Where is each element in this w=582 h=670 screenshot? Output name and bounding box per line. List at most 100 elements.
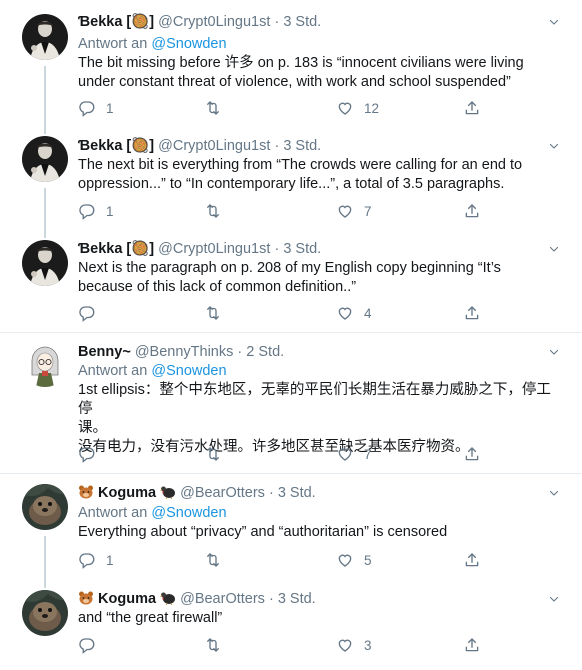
retweet-icon xyxy=(204,445,222,463)
share-button[interactable] xyxy=(463,635,481,655)
share-button[interactable] xyxy=(463,444,481,464)
reply-button[interactable] xyxy=(78,444,106,464)
user-handle[interactable]: @BennyThinks xyxy=(135,344,234,360)
heart-icon xyxy=(336,636,354,654)
avatar[interactable] xyxy=(22,14,68,60)
like-button[interactable]: 5 xyxy=(336,550,372,570)
timestamp[interactable]: 3 Std. xyxy=(278,485,316,501)
tweet-header: Benny~ @BennyThinks · 2 Std. xyxy=(78,343,284,361)
reply-count: 1 xyxy=(106,552,114,568)
reply-context: Antwort an @Snowden xyxy=(78,504,227,522)
share-button[interactable] xyxy=(463,98,481,118)
display-name[interactable]: Ɓekka [🥘] xyxy=(78,241,154,257)
chevron-down-icon[interactable] xyxy=(548,16,560,28)
reply-button[interactable]: 1 xyxy=(78,201,114,221)
reply-mention-link[interactable]: @Snowden xyxy=(151,363,226,379)
reply-icon xyxy=(78,202,96,220)
reply-icon xyxy=(78,636,96,654)
tweet-5[interactable]: Koguma @BearOtters · 3 Std. Antwort an @… xyxy=(0,474,582,582)
reply-context: Antwort an @Snowden xyxy=(78,362,227,380)
tweet-actions: 1 5 xyxy=(78,550,498,570)
user-handle[interactable]: @Crypt0Lingu1st xyxy=(158,241,270,257)
tweet-3[interactable]: Ɓekka [🥘] @Crypt0Lingu1st · 3 Std. Next … xyxy=(0,232,582,332)
like-button[interactable]: 7 xyxy=(336,201,372,221)
like-count: 3 xyxy=(364,637,372,653)
display-name[interactable]: Ɓekka [🥘] xyxy=(78,138,154,154)
reply-button[interactable]: 1 xyxy=(78,98,114,118)
reply-button[interactable] xyxy=(78,635,106,655)
separator-dot: · xyxy=(268,485,274,501)
heart-icon xyxy=(336,99,354,117)
heart-icon xyxy=(336,304,354,322)
avatar[interactable] xyxy=(22,136,68,182)
reply-icon xyxy=(78,304,96,322)
avatar[interactable] xyxy=(22,484,68,530)
tweet-4[interactable]: Benny~ @BennyThinks · 2 Std. Antwort an … xyxy=(0,333,582,473)
reply-mention-link[interactable]: @Snowden xyxy=(151,36,226,52)
chevron-down-icon[interactable] xyxy=(548,140,560,152)
tweet-header: Ɓekka [🥘] @Crypt0Lingu1st · 3 Std. xyxy=(78,13,321,31)
timestamp[interactable]: 3 Std. xyxy=(283,241,321,257)
share-icon xyxy=(463,99,481,117)
reply-context: Antwort an @Snowden xyxy=(78,35,227,53)
tweet-6[interactable]: Koguma @BearOtters · 3 Std. and “the gre… xyxy=(0,582,582,670)
share-button[interactable] xyxy=(463,550,481,570)
share-icon xyxy=(463,551,481,569)
retweet-icon xyxy=(204,99,222,117)
thread-line xyxy=(44,128,46,134)
avatar[interactable] xyxy=(22,590,68,636)
timestamp[interactable]: 2 Std. xyxy=(246,344,284,360)
heart-icon xyxy=(336,445,354,463)
user-handle[interactable]: @BearOtters xyxy=(180,485,265,501)
like-button[interactable]: 12 xyxy=(336,98,379,118)
like-button[interactable]: 7 xyxy=(336,444,372,464)
separator-dot: · xyxy=(237,344,243,360)
user-handle[interactable]: @Crypt0Lingu1st xyxy=(158,14,270,30)
tweet-text-line: 1st ellipsis：整个中东地区，无辜的平民们长期生活在暴力威胁之下，停工… xyxy=(78,382,551,417)
display-name[interactable]: Ɓekka [🥘] xyxy=(78,14,154,30)
user-handle[interactable]: @BearOtters xyxy=(180,591,265,607)
like-button[interactable]: 4 xyxy=(336,303,372,323)
separator-dot: · xyxy=(268,591,274,607)
timestamp[interactable]: 3 Std. xyxy=(283,138,321,154)
tweet-actions: 1 12 xyxy=(78,98,498,118)
chevron-down-icon[interactable] xyxy=(548,346,560,358)
user-handle[interactable]: @Crypt0Lingu1st xyxy=(158,138,270,154)
retweet-button[interactable] xyxy=(204,98,232,118)
share-icon xyxy=(463,445,481,463)
tweet-2[interactable]: Ɓekka [🥘] @Crypt0Lingu1st · 3 Std. The n… xyxy=(0,128,582,232)
retweet-button[interactable] xyxy=(204,635,232,655)
chevron-down-icon[interactable] xyxy=(548,487,560,499)
tweet-text: Everything about “privacy” and “authorit… xyxy=(78,524,448,540)
chevron-down-icon[interactable] xyxy=(548,593,560,605)
display-name[interactable]: Koguma xyxy=(98,591,156,607)
bear-emoji-icon xyxy=(78,591,94,605)
tweet-text: The next bit is everything from “The cro… xyxy=(78,157,523,192)
share-button[interactable] xyxy=(463,303,481,323)
reply-button[interactable] xyxy=(78,303,106,323)
like-count: 7 xyxy=(364,446,372,462)
timestamp[interactable]: 3 Std. xyxy=(283,14,321,30)
avatar[interactable] xyxy=(22,240,68,286)
retweet-button[interactable] xyxy=(204,303,232,323)
separator-dot: · xyxy=(274,241,280,257)
like-button[interactable]: 3 xyxy=(336,635,372,655)
avatar[interactable] xyxy=(22,341,68,387)
retweet-button[interactable] xyxy=(204,550,232,570)
like-count: 7 xyxy=(364,203,372,219)
reply-button[interactable]: 1 xyxy=(78,550,114,570)
share-button[interactable] xyxy=(463,201,481,221)
like-count: 5 xyxy=(364,552,372,568)
tweet-actions: 7 xyxy=(78,444,498,464)
like-count: 4 xyxy=(364,305,372,321)
tweet-actions: 3 xyxy=(78,635,498,655)
display-name[interactable]: Koguma xyxy=(98,485,156,501)
tweet-1[interactable]: Ɓekka [🥘] @Crypt0Lingu1st · 3 Std. Antwo… xyxy=(0,0,582,128)
reply-mention-link[interactable]: @Snowden xyxy=(151,505,226,521)
display-name[interactable]: Benny~ xyxy=(78,344,131,360)
share-icon xyxy=(463,202,481,220)
retweet-button[interactable] xyxy=(204,201,232,221)
retweet-button[interactable] xyxy=(204,444,232,464)
chevron-down-icon[interactable] xyxy=(548,243,560,255)
timestamp[interactable]: 3 Std. xyxy=(278,591,316,607)
